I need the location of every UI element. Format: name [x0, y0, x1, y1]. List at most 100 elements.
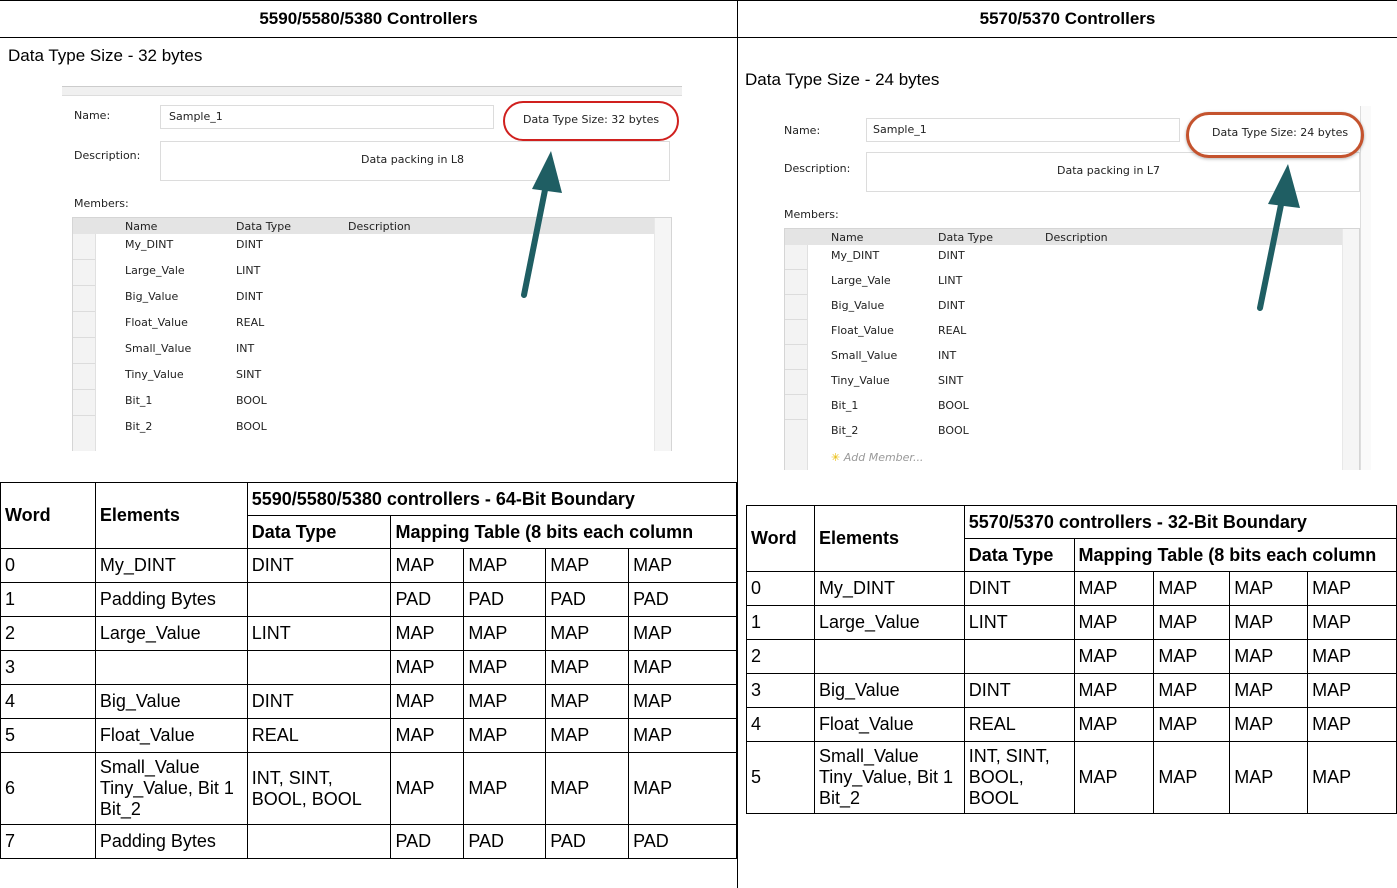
gutter-divider [73, 311, 95, 312]
map-cell: MAP [1153, 673, 1231, 708]
member-name[interactable]: Bit_1 [831, 399, 858, 412]
data-type-cell: LINT [963, 605, 1075, 640]
member-name[interactable]: Bit_1 [125, 394, 152, 407]
member-name[interactable]: Bit_2 [125, 420, 152, 433]
gutter-divider [785, 294, 807, 295]
description-label: Description: [74, 149, 141, 162]
right-header-text: 5570/5370 Controllers [979, 9, 1156, 28]
member-data-type[interactable]: SINT [236, 368, 261, 381]
member-data-type[interactable]: DINT [236, 238, 263, 251]
table-row: 1 Large_Value LINT MAP MAP MAP MAP [746, 605, 1397, 640]
boundary-group-header: 5590/5580/5380 controllers - 64-Bit Boun… [246, 482, 738, 516]
table-row: 4 Float_Value REAL MAP MAP MAP MAP [746, 707, 1397, 742]
map-cell: MAP [1153, 605, 1231, 640]
elements-cell: Float_Value [813, 707, 965, 742]
word-cell: 0 [0, 548, 96, 583]
arrow-icon [1257, 164, 1300, 311]
member-name[interactable]: Float_Value [125, 316, 188, 329]
gutter-divider [785, 419, 807, 420]
elements-header: Elements [94, 482, 248, 549]
elements-cell: Big_Value [94, 684, 248, 719]
member-data-type[interactable]: DINT [236, 290, 263, 303]
description-field: Data packing in L8 [160, 141, 670, 181]
member-name[interactable]: Float_Value [831, 324, 894, 337]
word-cell: 4 [746, 707, 815, 742]
map-cell: MAP [545, 752, 630, 825]
add-member-row[interactable]: ✳ Add Member... [831, 451, 923, 464]
description-value: Data packing in L7 [1057, 164, 1161, 177]
map-cell: PAD [628, 582, 737, 617]
description-label: Description: [784, 162, 851, 175]
table-row: 1 Padding Bytes PAD PAD PAD PAD [0, 582, 737, 617]
member-data-type[interactable]: BOOL [236, 420, 267, 433]
table-row: 2 MAP MAP MAP MAP [746, 639, 1397, 674]
map-cell: MAP [628, 616, 737, 651]
map-cell: MAP [390, 718, 465, 753]
table-row: 0 My_DINT DINT MAP MAP MAP MAP [746, 571, 1397, 606]
data-type-cell: REAL [963, 707, 1075, 742]
map-cell: MAP [1073, 571, 1155, 606]
right-datatype-screenshot: Name: Sample_1 Description: Data packing… [774, 106, 1371, 470]
table-row: 5 Float_Value REAL MAP MAP MAP MAP [0, 718, 737, 753]
grid-scrollbar[interactable] [1342, 229, 1359, 470]
map-cell: MAP [1307, 741, 1397, 814]
grid-scrollbar[interactable] [654, 218, 671, 451]
member-name[interactable]: Large_Vale [831, 274, 891, 287]
member-data-type[interactable]: BOOL [938, 424, 969, 437]
row-gutter [785, 229, 808, 470]
member-data-type[interactable]: REAL [236, 316, 264, 329]
member-name[interactable]: Big_Value [125, 290, 178, 303]
map-cell: MAP [1153, 639, 1231, 674]
table-row: 4 Big_Value DINT MAP MAP MAP MAP [0, 684, 737, 719]
map-cell: MAP [1307, 605, 1397, 640]
member-data-type[interactable]: BOOL [938, 399, 969, 412]
member-name[interactable]: Large_Vale [125, 264, 185, 277]
member-name[interactable]: My_DINT [831, 249, 879, 262]
member-name[interactable]: Tiny_Value [831, 374, 890, 387]
elements-cell [94, 650, 248, 685]
member-name[interactable]: Small_Value [125, 342, 191, 355]
table-row: 3 MAP MAP MAP MAP [0, 650, 737, 685]
members-label: Members: [74, 197, 129, 210]
right-size-caption: Data Type Size - 24 bytes [745, 70, 940, 89]
member-name[interactable]: Tiny_Value [125, 368, 184, 381]
gutter-divider [785, 394, 807, 395]
map-cell: MAP [1229, 571, 1309, 606]
gutter-divider [73, 389, 95, 390]
table-row: 7 Padding Bytes PAD PAD PAD PAD [0, 824, 737, 859]
map-cell: MAP [1153, 707, 1231, 742]
elements-cell: Small_Value Tiny_Value, Bit 1 Bit_2 [813, 741, 965, 814]
map-cell: MAP [628, 548, 737, 583]
members-grid-header: Name Data Type Description [73, 218, 671, 234]
member-name[interactable]: Big_Value [831, 299, 884, 312]
map-cell: MAP [463, 684, 547, 719]
word-cell: 5 [0, 718, 96, 753]
member-name[interactable]: Bit_2 [831, 424, 858, 437]
member-data-type[interactable]: BOOL [236, 394, 267, 407]
mapping-table-header: Mapping Table (8 bits each column [390, 515, 737, 549]
member-name[interactable]: Small_Value [831, 349, 897, 362]
member-data-type[interactable]: LINT [938, 274, 962, 287]
map-cell: MAP [1229, 741, 1309, 814]
member-data-type[interactable]: DINT [938, 249, 965, 262]
word-cell: 2 [746, 639, 815, 674]
member-data-type[interactable]: DINT [938, 299, 965, 312]
map-cell: MAP [390, 684, 465, 719]
members-grid: Name Data Type Description My_DINT DINT La… [72, 217, 672, 451]
map-cell: MAP [390, 752, 465, 825]
member-data-type[interactable]: LINT [236, 264, 260, 277]
member-data-type[interactable]: INT [938, 349, 956, 362]
gutter-divider [785, 319, 807, 320]
map-cell: MAP [1307, 571, 1397, 606]
member-data-type[interactable]: INT [236, 342, 254, 355]
col-description: Description [1045, 231, 1108, 244]
member-data-type[interactable]: SINT [938, 374, 963, 387]
map-cell: MAP [545, 718, 630, 753]
member-data-type[interactable]: REAL [938, 324, 966, 337]
member-name[interactable]: My_DINT [125, 238, 173, 251]
right-column-header: 5570/5370 Controllers [738, 0, 1397, 38]
map-cell: MAP [1229, 605, 1309, 640]
name-field: Sample_1 [866, 118, 1180, 142]
gutter-divider [785, 344, 807, 345]
gutter-divider [73, 415, 95, 416]
